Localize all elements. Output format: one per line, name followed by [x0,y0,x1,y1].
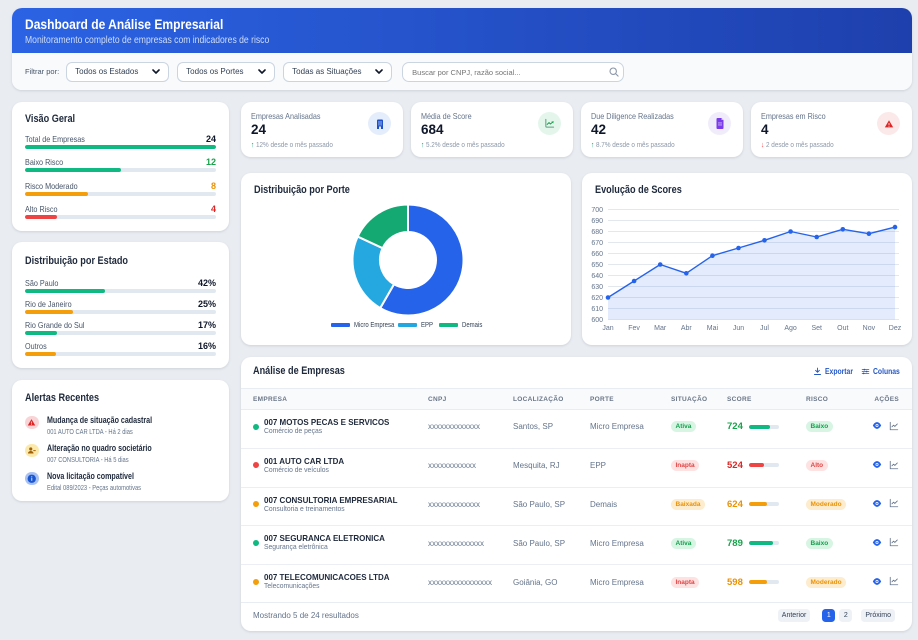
svg-text:Nov: Nov [863,325,876,332]
svg-text:620: 620 [591,295,603,302]
svg-text:Mar: Mar [654,325,667,332]
svg-text:610: 610 [591,306,603,313]
svg-text:660: 660 [591,251,603,258]
svg-text:Jul: Jul [760,325,769,332]
svg-text:640: 640 [591,273,603,280]
svg-text:680: 680 [591,229,603,236]
svg-text:Mai: Mai [707,325,719,332]
svg-text:Set: Set [811,325,822,332]
svg-text:670: 670 [591,240,603,247]
svg-text:Ago: Ago [784,325,797,332]
svg-text:690: 690 [591,218,603,225]
svg-text:Dez: Dez [889,325,902,332]
svg-text:600: 600 [591,317,603,324]
svg-text:700: 700 [591,207,603,214]
svg-text:Jun: Jun [733,325,744,332]
svg-text:650: 650 [591,262,603,269]
svg-text:Out: Out [837,325,848,332]
svg-text:Jan: Jan [602,325,613,332]
svg-text:Abr: Abr [681,325,693,332]
svg-text:630: 630 [591,284,603,291]
svg-text:Fev: Fev [628,325,640,332]
